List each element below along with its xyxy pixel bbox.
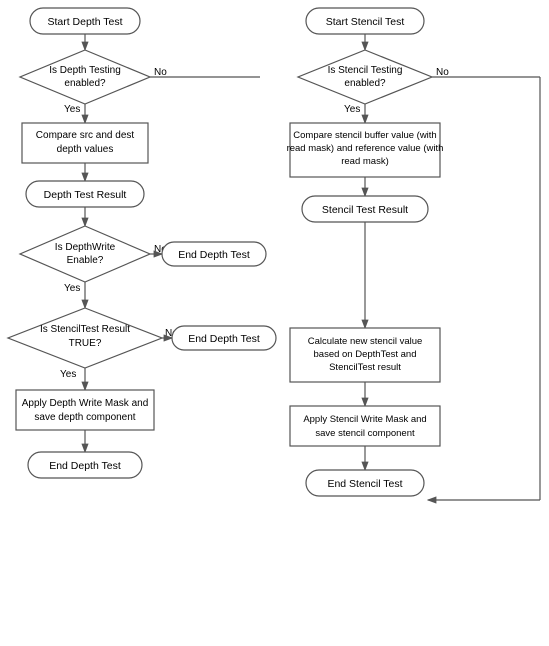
svg-text:enabled?: enabled?: [344, 78, 386, 89]
svg-text:End Depth Test: End Depth Test: [178, 249, 250, 261]
svg-text:Yes: Yes: [344, 104, 360, 115]
svg-text:No: No: [154, 67, 167, 78]
svg-text:Is StencilTest Result: Is StencilTest Result: [40, 324, 130, 335]
svg-text:read mask) and reference value: read mask) and reference value (with: [287, 143, 444, 154]
svg-text:End Depth Test: End Depth Test: [188, 333, 260, 345]
svg-text:Yes: Yes: [64, 283, 80, 294]
svg-text:depth values: depth values: [57, 144, 114, 155]
svg-text:End Stencil Test: End Stencil Test: [327, 478, 402, 490]
svg-text:No: No: [436, 67, 449, 78]
svg-text:End Depth Test: End Depth Test: [49, 460, 121, 472]
svg-text:Is Depth Testing: Is Depth Testing: [49, 65, 121, 76]
svg-text:Enable?: Enable?: [67, 255, 104, 266]
svg-text:Yes: Yes: [64, 104, 80, 115]
svg-text:Yes: Yes: [60, 369, 76, 380]
diagram: Start Depth Test Is Depth Testing enable…: [0, 0, 549, 646]
svg-text:based on DepthTest and: based on DepthTest and: [314, 349, 417, 360]
svg-text:enabled?: enabled?: [64, 78, 106, 89]
svg-text:Is Stencil Testing: Is Stencil Testing: [328, 65, 403, 76]
svg-text:Compare stencil buffer value (: Compare stencil buffer value (with: [293, 130, 436, 141]
svg-text:Depth Test Result: Depth Test Result: [44, 189, 127, 201]
svg-text:Apply Depth Write Mask and: Apply Depth Write Mask and: [22, 398, 149, 409]
svg-text:Apply Stencil Write Mask and: Apply Stencil Write Mask and: [303, 414, 426, 425]
flowchart: Start Depth Test Is Depth Testing enable…: [0, 0, 549, 646]
svg-text:read mask): read mask): [341, 156, 389, 167]
svg-text:save stencil component: save stencil component: [315, 428, 415, 439]
svg-text:Is DepthWrite: Is DepthWrite: [55, 242, 116, 253]
svg-text:Stencil Test Result: Stencil Test Result: [322, 204, 408, 216]
svg-text:StencilTest result: StencilTest result: [329, 362, 401, 373]
svg-text:Start Depth Test: Start Depth Test: [47, 16, 122, 28]
svg-text:Start Stencil Test: Start Stencil Test: [326, 16, 405, 28]
svg-text:Calculate new stencil value: Calculate new stencil value: [308, 336, 423, 347]
svg-text:save depth component: save depth component: [34, 412, 135, 423]
svg-text:Compare src and dest: Compare src and dest: [36, 130, 135, 141]
svg-text:TRUE?: TRUE?: [69, 338, 102, 349]
